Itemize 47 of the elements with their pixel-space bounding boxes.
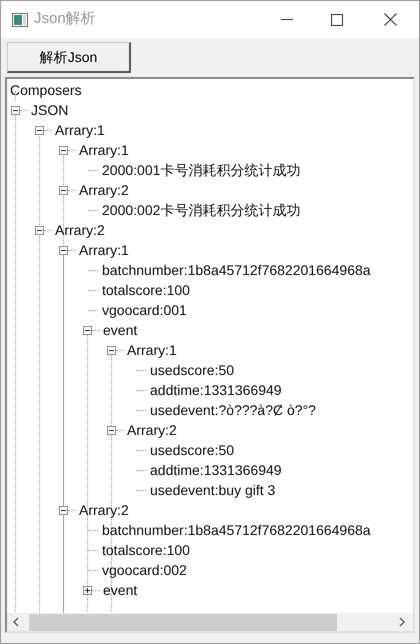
horizontal-scrollbar[interactable] — [7, 613, 413, 631]
collapse-icon[interactable] — [35, 226, 44, 234]
tree-leaf[interactable]: addtime:1331366949 — [149, 460, 283, 480]
scroll-right-icon[interactable] — [398, 617, 406, 627]
tree-leaf[interactable]: usedscore:50 — [149, 440, 236, 460]
tree-node[interactable]: event — [102, 320, 138, 340]
tree-leaf[interactable]: totalscore:100 — [101, 280, 191, 300]
window-title: Json解析 — [34, 9, 96, 30]
collapse-icon[interactable] — [107, 426, 116, 434]
collapse-icon[interactable] — [83, 326, 92, 334]
tree-node[interactable]: Arrary:1 — [78, 240, 130, 260]
close-icon[interactable] — [384, 13, 397, 26]
collapse-icon[interactable] — [11, 106, 20, 114]
tree-header: Composers — [10, 82, 82, 98]
tree-leaf[interactable]: batchnumber:1b8a45712f7682201664968a — [101, 260, 372, 280]
scrollbar-thumb[interactable] — [29, 614, 337, 630]
tree-leaf[interactable]: usedevent:buy gift 3 — [149, 480, 276, 500]
maximize-icon[interactable] — [331, 14, 343, 26]
tree-node[interactable]: JSON — [30, 100, 70, 120]
tree-leaf[interactable]: batchnumber:1b8a45712f7682201664968a — [101, 520, 372, 540]
collapse-icon[interactable] — [59, 506, 68, 514]
tree-node[interactable]: Arrary:2 — [78, 180, 130, 200]
tree-leaf[interactable]: 2000:002卡号消耗积分统计成功 — [101, 200, 302, 220]
collapse-icon[interactable] — [107, 346, 116, 354]
tree-node[interactable]: Arrary:2 — [126, 420, 178, 440]
tree-node[interactable]: Arrary:1 — [78, 140, 130, 160]
tree-node[interactable]: Arrary:1 — [126, 340, 178, 360]
minimize-icon[interactable] — [281, 18, 293, 20]
expand-icon[interactable] — [83, 586, 92, 594]
collapse-icon[interactable] — [59, 146, 68, 154]
tree-node[interactable]: Arrary:2 — [54, 220, 106, 240]
tree-leaf[interactable]: usedscore:50 — [149, 360, 236, 380]
collapse-icon[interactable] — [59, 186, 68, 194]
parse-button[interactable]: 解析Json — [7, 42, 131, 73]
tree-node[interactable]: event — [102, 580, 138, 600]
tree-leaf[interactable]: vgoocard:001 — [101, 300, 188, 320]
collapse-icon[interactable] — [35, 126, 44, 134]
tree-node[interactable]: Arrary:1 — [54, 120, 106, 140]
tree-leaf[interactable]: totalscore:100 — [101, 540, 191, 560]
app-icon — [12, 12, 28, 26]
tree-node[interactable]: Arrary:2 — [78, 500, 130, 520]
tree-leaf[interactable]: addtime:1331366949 — [149, 380, 283, 400]
scroll-left-icon[interactable] — [12, 617, 20, 627]
tree-leaf[interactable]: 2000:001卡号消耗积分统计成功 — [101, 160, 302, 180]
collapse-icon[interactable] — [59, 246, 68, 254]
tree-leaf[interactable]: vgoocard:002 — [101, 560, 188, 580]
tree-leaf[interactable]: usedevent:?ò???à?Ȼ ò?°? — [149, 400, 317, 420]
